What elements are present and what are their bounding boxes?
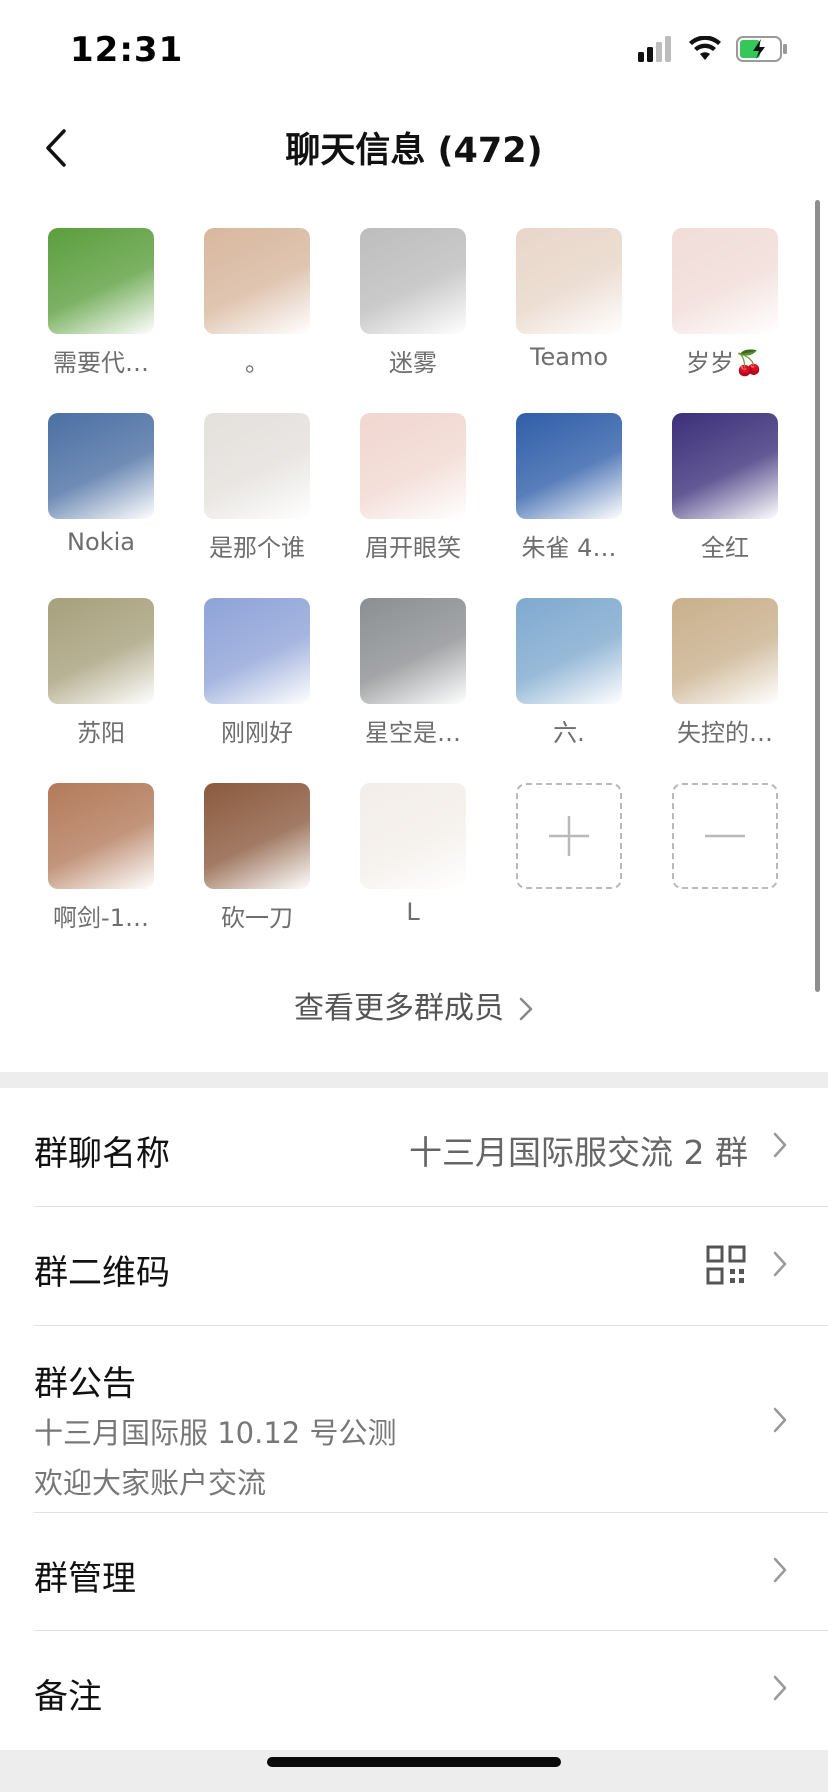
member-item[interactable]: 迷雾 bbox=[342, 225, 472, 390]
member-name: Nokia bbox=[67, 528, 135, 556]
chevron-right-icon bbox=[773, 1251, 787, 1277]
member-item[interactable]: 六. bbox=[498, 595, 628, 760]
member-item[interactable]: Nokia bbox=[30, 410, 160, 575]
member-item[interactable]: 岁岁🍒 bbox=[654, 225, 784, 390]
member-item[interactable]: 失控的… bbox=[654, 595, 784, 760]
member-name: 朱雀 4… bbox=[521, 534, 617, 562]
remove-member-button[interactable] bbox=[654, 780, 784, 945]
member-grid: 需要代… 。 迷雾 Teamo 岁岁🍒 Nokia 是那个谁 眉开眼笑 朱雀 4… bbox=[0, 225, 828, 955]
member-name: L bbox=[406, 898, 420, 926]
road-photo-avatar bbox=[516, 598, 622, 704]
member-name: 全红 bbox=[701, 534, 749, 562]
shadow-silhouette-avatar bbox=[360, 228, 466, 334]
member-name: 啊剑-1… bbox=[53, 904, 149, 932]
status-bar: 12:31 bbox=[0, 0, 828, 100]
chevron-right-icon bbox=[773, 1407, 787, 1433]
girl-with-bear-avatar bbox=[204, 228, 310, 334]
member-name: 失控的… bbox=[677, 719, 773, 747]
cartoon-boy-glasses-avatar bbox=[360, 783, 466, 889]
view-more-members-label: 查看更多群成员 bbox=[294, 991, 504, 1026]
member-name: 需要代… bbox=[53, 349, 149, 377]
member-item[interactable]: 苏阳 bbox=[30, 595, 160, 760]
navigation-bar: 聊天信息 (472) bbox=[0, 100, 828, 196]
blue-hoodie-avatar bbox=[204, 598, 310, 704]
dog-mirror-avatar bbox=[48, 783, 154, 889]
announcement-row[interactable]: 群公告 十三月国际服 10.12 号公测 欢迎大家账户交流 bbox=[0, 1326, 828, 1512]
joker-face-avatar bbox=[204, 783, 310, 889]
fruit-skewer-avatar bbox=[360, 413, 466, 519]
member-name: 星空是… bbox=[365, 719, 461, 747]
section-separator bbox=[0, 1072, 828, 1088]
add-member-button[interactable] bbox=[498, 780, 628, 945]
member-item[interactable]: 眉开眼笑 bbox=[342, 410, 472, 575]
member-name: 六. bbox=[553, 719, 585, 747]
member-item[interactable]: 全红 bbox=[654, 410, 784, 575]
member-item[interactable]: 朱雀 4… bbox=[498, 410, 628, 575]
qr-code-icon bbox=[706, 1245, 746, 1285]
chevron-right-icon bbox=[773, 1557, 787, 1583]
group-name-label: 群聊名称 bbox=[34, 1134, 170, 1174]
chevron-right-icon bbox=[773, 1675, 787, 1701]
group-management-label: 群管理 bbox=[34, 1559, 136, 1599]
member-item[interactable]: 。 bbox=[186, 225, 316, 390]
member-name: 。 bbox=[245, 349, 269, 377]
group-name-value: 十三月国际服交流 2 群 bbox=[409, 1133, 748, 1172]
member-item[interactable]: Teamo bbox=[498, 225, 628, 390]
plus-icon bbox=[549, 816, 589, 856]
member-name: 刚刚好 bbox=[221, 719, 293, 747]
battery-charging-icon bbox=[736, 36, 787, 62]
member-name: 苏阳 bbox=[77, 719, 125, 747]
member-item[interactable]: L bbox=[342, 780, 472, 945]
remark-label: 备注 bbox=[34, 1677, 102, 1717]
member-name: Teamo bbox=[529, 343, 609, 371]
announcement-line-1: 十三月国际服 10.12 号公测 bbox=[34, 1416, 397, 1450]
page-title: 聊天信息 (472) bbox=[285, 131, 543, 171]
home-indicator[interactable] bbox=[267, 1757, 561, 1767]
cellular-signal-icon bbox=[638, 36, 671, 62]
view-more-members-link[interactable]: 查看更多群成员 bbox=[0, 983, 828, 1027]
member-item[interactable]: 啊剑-1… bbox=[30, 780, 160, 945]
cat-sunglasses-avatar bbox=[672, 598, 778, 704]
group-management-row[interactable]: 群管理 bbox=[0, 1513, 828, 1630]
cartoon-boy-avatar bbox=[48, 228, 154, 334]
status-time: 12:31 bbox=[70, 30, 184, 70]
member-name: 砍一刀 bbox=[221, 904, 293, 932]
group-name-row[interactable]: 群聊名称 十三月国际服交流 2 群 bbox=[0, 1088, 828, 1206]
minus-icon bbox=[705, 834, 745, 838]
announcement-label: 群公告 bbox=[34, 1364, 136, 1404]
two-men-photo-avatar bbox=[48, 598, 154, 704]
qr-code-label: 群二维码 bbox=[34, 1253, 170, 1293]
sketch-figure-avatar bbox=[204, 413, 310, 519]
member-item[interactable]: 砍一刀 bbox=[186, 780, 316, 945]
member-name: 眉开眼笑 bbox=[365, 534, 461, 562]
anime-girl-avatar bbox=[516, 228, 622, 334]
chevron-right-icon bbox=[773, 1132, 787, 1158]
anime-boy-avatar bbox=[360, 598, 466, 704]
chevron-right-icon bbox=[519, 997, 533, 1021]
girl-portrait-avatar bbox=[672, 228, 778, 334]
member-name: 岁岁🍒 bbox=[686, 349, 764, 377]
member-name: 迷雾 bbox=[389, 349, 437, 377]
member-item[interactable]: 需要代… bbox=[30, 225, 160, 390]
mountain-landscape-avatar bbox=[48, 413, 154, 519]
member-section: 需要代… 。 迷雾 Teamo 岁岁🍒 Nokia 是那个谁 眉开眼笑 朱雀 4… bbox=[0, 225, 828, 955]
member-item[interactable]: 是那个谁 bbox=[186, 410, 316, 575]
member-name: 是那个谁 bbox=[209, 534, 305, 562]
announcement-line-2: 欢迎大家账户交流 bbox=[34, 1466, 267, 1500]
member-item[interactable]: 刚刚好 bbox=[186, 595, 316, 760]
status-icons bbox=[638, 36, 788, 62]
anime-character-purple-avatar bbox=[672, 413, 778, 519]
member-item[interactable]: 星空是… bbox=[342, 595, 472, 760]
remove-member-box bbox=[672, 783, 778, 889]
add-member-box bbox=[516, 783, 622, 889]
wifi-icon bbox=[689, 36, 721, 60]
man-portrait-avatar bbox=[516, 413, 622, 519]
remark-row[interactable]: 备注 bbox=[0, 1631, 828, 1749]
qr-code-row[interactable]: 群二维码 bbox=[0, 1207, 828, 1325]
